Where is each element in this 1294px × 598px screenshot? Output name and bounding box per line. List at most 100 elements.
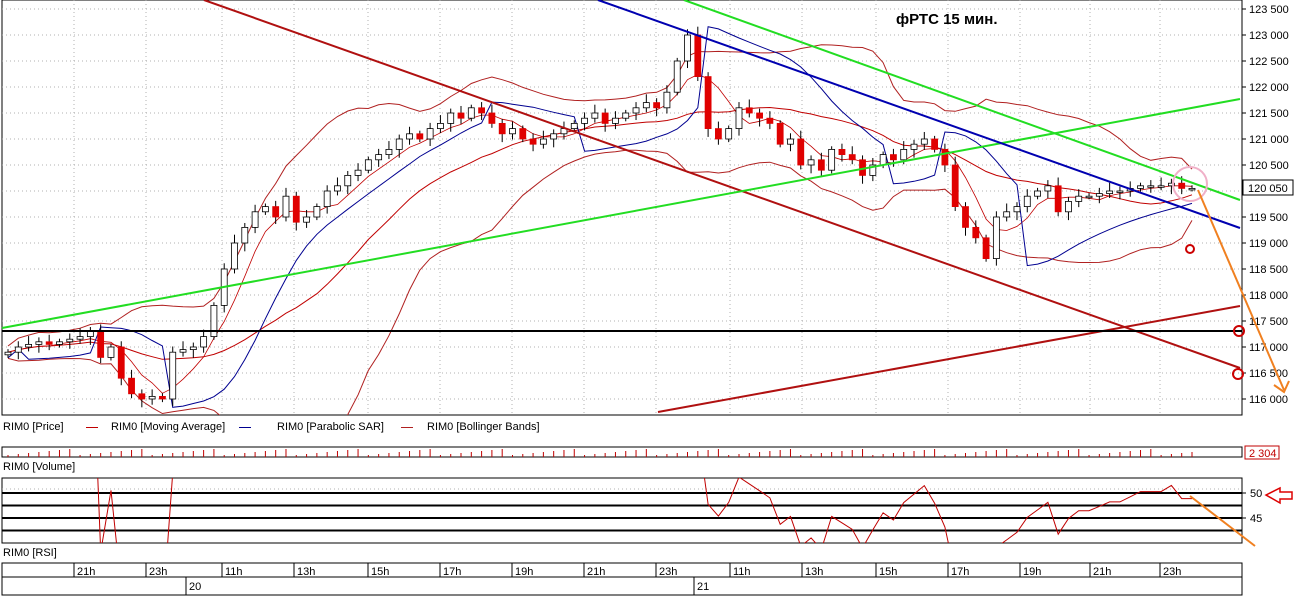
time-tick-label: 11h bbox=[733, 566, 751, 578]
candle bbox=[509, 128, 516, 135]
price-tick-label: 121 500 bbox=[1249, 108, 1289, 120]
price-tick-label: 119 000 bbox=[1249, 238, 1288, 250]
price-tick-label: 119 500 bbox=[1249, 212, 1288, 224]
price-tick-label: 122 000 bbox=[1249, 82, 1289, 94]
candle bbox=[354, 169, 362, 176]
candle bbox=[612, 117, 619, 124]
candle bbox=[601, 112, 609, 124]
candle bbox=[910, 143, 918, 150]
volume-panel-frame bbox=[1, 446, 1243, 458]
candle bbox=[951, 164, 959, 207]
price-tick-label: 120 500 bbox=[1249, 160, 1289, 172]
time-tick-label: 13h bbox=[297, 566, 315, 578]
candle bbox=[807, 159, 815, 166]
candle bbox=[900, 148, 908, 161]
candle bbox=[1075, 195, 1083, 202]
candle bbox=[35, 341, 43, 345]
legend-parabolic-sar: RIM0 [Parabolic SAR] bbox=[277, 421, 384, 433]
time-tick-label: 21h bbox=[587, 566, 605, 578]
rsi-tick-label: 50 bbox=[1250, 488, 1262, 500]
time-tick-label: 11h bbox=[225, 566, 243, 578]
candle bbox=[364, 159, 372, 171]
candle bbox=[447, 112, 455, 124]
legend-bb-swatch bbox=[401, 427, 413, 428]
candle bbox=[303, 216, 310, 223]
candle bbox=[323, 190, 331, 208]
time-tick-label: 19h bbox=[1023, 566, 1041, 578]
candle bbox=[138, 393, 146, 400]
candle bbox=[931, 138, 939, 150]
price-tick-label: 123 000 bbox=[1249, 30, 1289, 42]
candle bbox=[1034, 190, 1041, 197]
candle bbox=[890, 154, 897, 161]
candle bbox=[117, 346, 125, 379]
candle bbox=[334, 185, 341, 192]
candle bbox=[817, 159, 825, 171]
rsi-tick-label: 45 bbox=[1250, 513, 1262, 525]
candle bbox=[632, 107, 640, 114]
time-tick-label: 21h bbox=[77, 566, 95, 578]
candle bbox=[529, 138, 537, 145]
time-tick-label: 23h bbox=[1163, 566, 1181, 578]
candle bbox=[879, 154, 887, 166]
candle bbox=[498, 123, 506, 135]
candle bbox=[416, 133, 424, 140]
candle bbox=[375, 154, 383, 161]
candle bbox=[4, 351, 12, 356]
candle bbox=[467, 107, 475, 119]
candle bbox=[570, 123, 578, 130]
legend-moving-average: RIM0 [Moving Average] bbox=[111, 421, 226, 433]
candle bbox=[107, 346, 115, 358]
candle bbox=[1137, 185, 1144, 189]
candle bbox=[622, 112, 630, 119]
time-tick-label: 23h bbox=[659, 566, 677, 578]
legend-sar-swatch bbox=[239, 427, 251, 428]
rsi-level-arrow bbox=[1264, 486, 1293, 505]
volume-panel-label: RIM0 [Volume] bbox=[3, 461, 76, 473]
chart-title: фРТС 15 мин. bbox=[896, 11, 998, 28]
time-tick-label: 15h bbox=[371, 566, 389, 578]
candle bbox=[488, 112, 496, 124]
candle bbox=[745, 107, 753, 114]
candle bbox=[272, 206, 280, 218]
price-tick-label: 116 000 bbox=[1249, 394, 1288, 406]
candle bbox=[14, 346, 22, 353]
candle bbox=[148, 395, 156, 400]
candle bbox=[457, 112, 465, 119]
candle bbox=[1188, 187, 1196, 191]
price-tick-label: 123 500 bbox=[1249, 4, 1289, 16]
time-tick-label: 15h bbox=[879, 566, 897, 578]
candle bbox=[1147, 185, 1155, 188]
candle bbox=[231, 242, 238, 270]
candle bbox=[251, 211, 259, 228]
legend-ma-swatch bbox=[86, 427, 98, 428]
candle bbox=[550, 133, 558, 140]
candle bbox=[179, 349, 187, 353]
candle bbox=[1003, 211, 1011, 218]
candle bbox=[838, 148, 846, 155]
candle bbox=[684, 34, 691, 62]
candle bbox=[128, 377, 135, 395]
date-tick-label: 21 bbox=[697, 581, 709, 593]
date-tick-label: 20 bbox=[189, 581, 201, 593]
candle bbox=[282, 195, 290, 218]
candle bbox=[673, 60, 681, 93]
candle bbox=[97, 330, 105, 358]
candle bbox=[756, 112, 763, 119]
candle bbox=[189, 346, 197, 350]
candle bbox=[1178, 182, 1186, 189]
candle bbox=[653, 102, 661, 109]
candle bbox=[56, 341, 63, 345]
candle bbox=[241, 226, 249, 244]
candle bbox=[1095, 193, 1103, 197]
candle bbox=[1054, 185, 1062, 213]
candle bbox=[169, 351, 177, 400]
rsi-panel-frame bbox=[1, 477, 1243, 544]
legend-bollinger-bands: RIM0 [Bollinger Bands] bbox=[427, 421, 540, 433]
last-price-label: 120 050 bbox=[1248, 183, 1288, 195]
candle bbox=[76, 336, 84, 340]
candle bbox=[992, 216, 1000, 259]
candle bbox=[478, 107, 486, 114]
volume-last-label: 2 304 bbox=[1249, 448, 1277, 460]
candle bbox=[66, 338, 74, 343]
